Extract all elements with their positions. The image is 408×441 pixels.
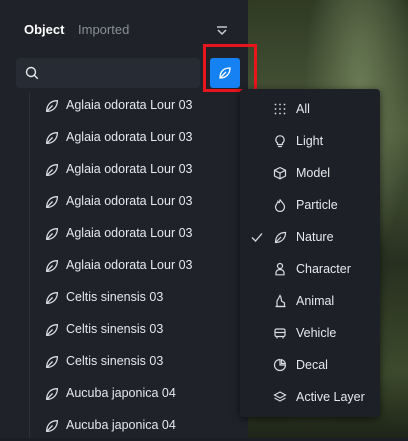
asset-name: Aglaia odorata Lour 03 [66,226,193,240]
asset-list-item[interactable]: Aucuba japonica 04 [40,409,240,441]
asset-name: Aglaia odorata Lour 03 [66,98,193,112]
menu-item-decal[interactable]: Decal [240,349,380,381]
vehicle-icon [273,326,287,340]
menu-item-character[interactable]: Character [240,253,380,285]
cube-icon [273,166,287,180]
leaf-icon [44,226,59,241]
search-icon [25,66,39,80]
menu-item-label: Nature [296,230,334,244]
menu-item-label: Light [296,134,324,148]
asset-list-item[interactable]: Aglaia odorata Lour 03 [40,217,240,249]
asset-list-item[interactable]: Aglaia odorata Lour 03 [40,121,240,153]
leaf-icon [44,418,59,433]
tab-bar: Object Imported [0,14,248,44]
asset-panel: Object Imported Aglaia odorata Lour 03 Ag… [0,0,257,441]
leaf-icon [273,230,287,244]
asset-name: Aglaia odorata Lour 03 [66,194,193,208]
menu-item-label: Model [296,166,331,180]
menu-item-label: Character [296,262,351,276]
asset-list-item[interactable]: Aglaia odorata Lour 03 [40,185,240,217]
person-icon [273,262,287,276]
menu-item-model[interactable]: Model [240,157,380,189]
menu-item-animal[interactable]: Animal [240,285,380,317]
asset-name: Celtis sinensis 03 [66,322,164,336]
leaf-icon [44,290,59,305]
leaf-icon [44,386,59,401]
asset-list-item[interactable]: Aglaia odorata Lour 03 [40,249,240,281]
menu-item-particle[interactable]: Particle [240,189,380,221]
leaf-icon [44,322,59,337]
tree-guide-line [29,92,30,438]
decal-icon [273,358,287,372]
lightbulb-icon [273,134,287,148]
collapse-icon[interactable] [215,24,229,38]
menu-item-label: Decal [296,358,328,372]
menu-item-vehicle[interactable]: Vehicle [240,317,380,349]
search-box [16,58,200,88]
asset-name: Celtis sinensis 03 [66,354,164,368]
asset-list-item[interactable]: Aucuba japonica 04 [40,377,240,409]
leaf-icon [44,354,59,369]
menu-item-label: Particle [296,198,338,212]
leaf-icon [44,98,59,113]
tab-object[interactable]: Object [24,22,64,37]
menu-item-light[interactable]: Light [240,125,380,157]
leaf-icon [44,162,59,177]
animal-icon [273,294,287,308]
leaf-icon [44,258,59,273]
asset-name: Aucuba japonica 04 [66,386,176,400]
asset-name: Aglaia odorata Lour 03 [66,258,193,272]
asset-list-item[interactable]: Aglaia odorata Lour 03 [40,89,240,121]
asset-list-item[interactable]: Aglaia odorata Lour 03 [40,153,240,185]
category-filter-menu: All Light Model Particle Nature Character Anim… [240,89,380,417]
asset-list-item[interactable]: Celtis sinensis 03 [40,313,240,345]
flame-icon [273,198,287,212]
asset-name: Celtis sinensis 03 [66,290,164,304]
leaf-icon [219,67,231,79]
asset-list-item[interactable]: Celtis sinensis 03 [40,281,240,313]
asset-name: Aglaia odorata Lour 03 [66,162,193,176]
grid-dots-icon [273,102,287,116]
menu-item-label: Vehicle [296,326,337,340]
menu-item-active-layer[interactable]: Active Layer [240,381,380,413]
leaf-icon [44,130,59,145]
menu-item-nature[interactable]: Nature [240,221,380,253]
menu-item-label: All [296,102,310,116]
menu-item-label: Animal [296,294,335,308]
menu-item-label: Active Layer [296,390,365,404]
category-filter-button[interactable] [210,58,240,88]
tab-imported[interactable]: Imported [78,22,129,37]
checkmark-icon [250,230,264,244]
search-input[interactable] [46,62,198,86]
layers-icon [273,390,287,404]
asset-name: Aglaia odorata Lour 03 [66,130,193,144]
asset-list-item[interactable]: Celtis sinensis 03 [40,345,240,377]
menu-item-all[interactable]: All [240,93,380,125]
asset-name: Aucuba japonica 04 [66,418,176,432]
leaf-icon [44,194,59,209]
